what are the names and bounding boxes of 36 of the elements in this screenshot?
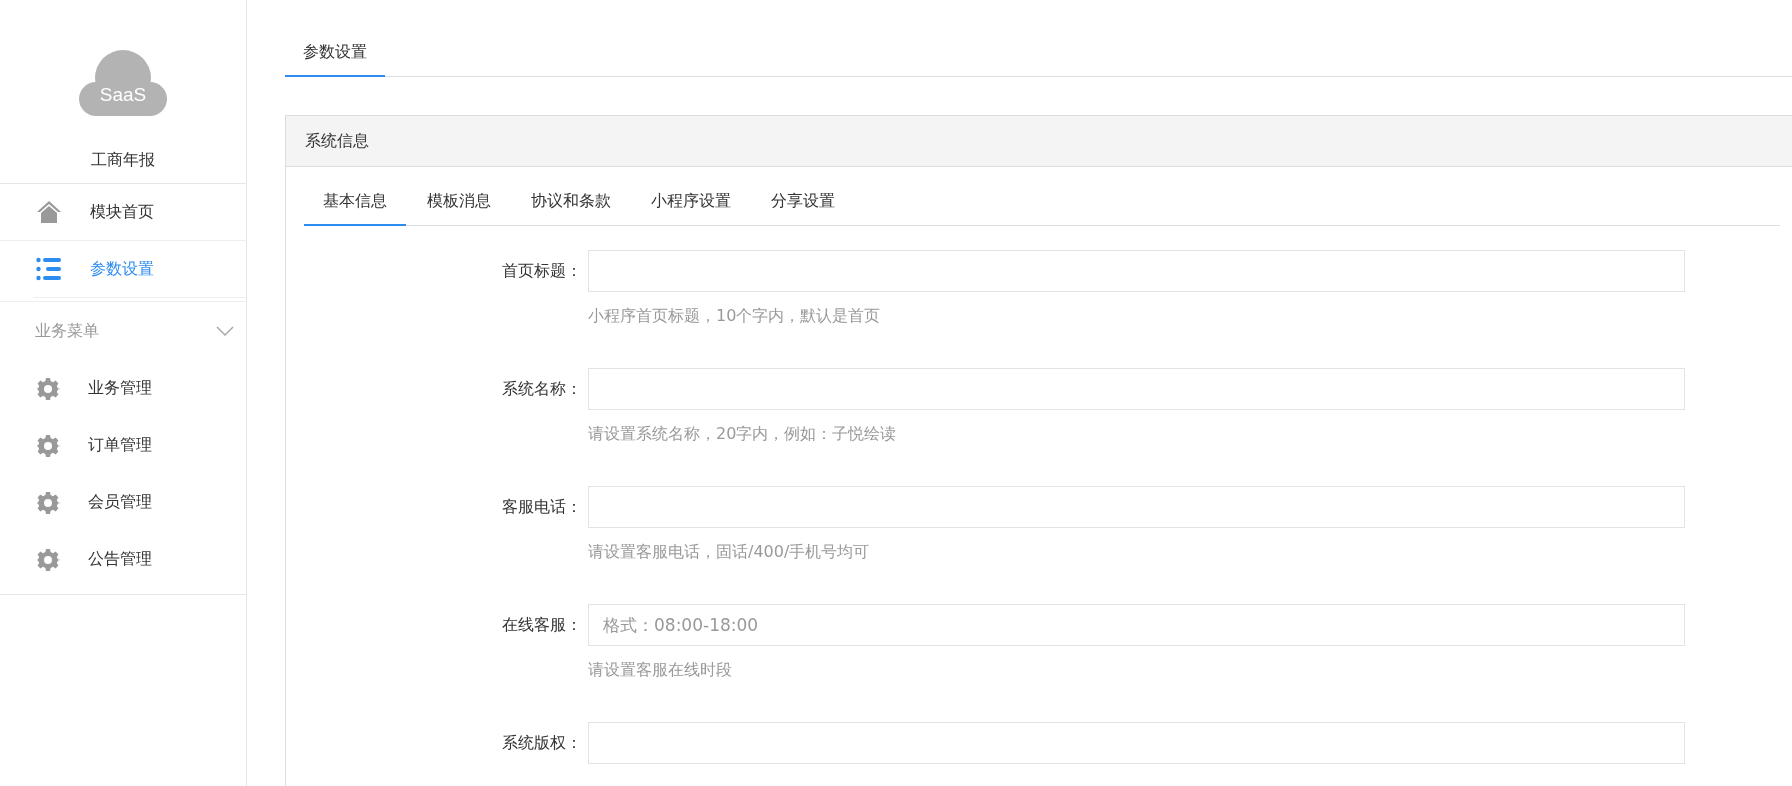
input-field[interactable]: 格式：08:00-18:00 — [588, 604, 1685, 646]
tab[interactable]: 分享设置 — [752, 191, 854, 226]
field-label: 在线客服： — [501, 614, 582, 636]
field-label: 首页标题： — [501, 260, 582, 282]
menu-item[interactable]: 模块首页 — [90, 201, 154, 223]
page-tab[interactable]: 参数设置 — [285, 42, 385, 77]
gear-icon — [36, 376, 60, 401]
input-field[interactable] — [588, 368, 1685, 410]
field-hint: 小程序首页标题，10个字内，默认是首页 — [588, 306, 882, 327]
tab[interactable]: 基本信息 — [304, 191, 406, 226]
input-field[interactable] — [588, 486, 1685, 528]
field-hint: 请设置客服电话，固话/400/手机号均可 — [588, 542, 871, 563]
field-label: 系统名称： — [501, 378, 582, 400]
input-field[interactable] — [588, 250, 1685, 292]
field-label: 系统版权： — [501, 732, 582, 754]
input-field[interactable] — [588, 722, 1685, 764]
field-label: 客服电话： — [501, 496, 582, 518]
menu-item[interactable]: 参数设置 — [90, 258, 154, 280]
gear-icon — [36, 547, 60, 572]
menu-item[interactable]: 业务管理 — [88, 378, 152, 399]
panel-title: 系统信息 — [305, 130, 369, 152]
chevron-icon[interactable] — [216, 326, 234, 336]
home-icon — [36, 199, 62, 225]
field-hint: 请设置系统名称，20字内，例如：子悦绘读 — [588, 424, 898, 445]
gear-icon — [36, 490, 60, 515]
app-name: 工商年报 — [90, 150, 156, 171]
menu-item[interactable]: 订单管理 — [88, 435, 152, 456]
menu-item[interactable]: 会员管理 — [88, 492, 152, 513]
menu-item[interactable]: 公告管理 — [88, 549, 152, 570]
gear-icon — [36, 433, 60, 458]
list-icon — [36, 256, 62, 282]
tab[interactable]: 模板消息 — [408, 191, 510, 226]
tab[interactable]: 小程序设置 — [632, 191, 750, 226]
logo-text: SaaS — [98, 83, 148, 107]
tab[interactable]: 协议和条款 — [512, 191, 630, 226]
field-hint: 请设置客服在线时段 — [588, 660, 733, 681]
